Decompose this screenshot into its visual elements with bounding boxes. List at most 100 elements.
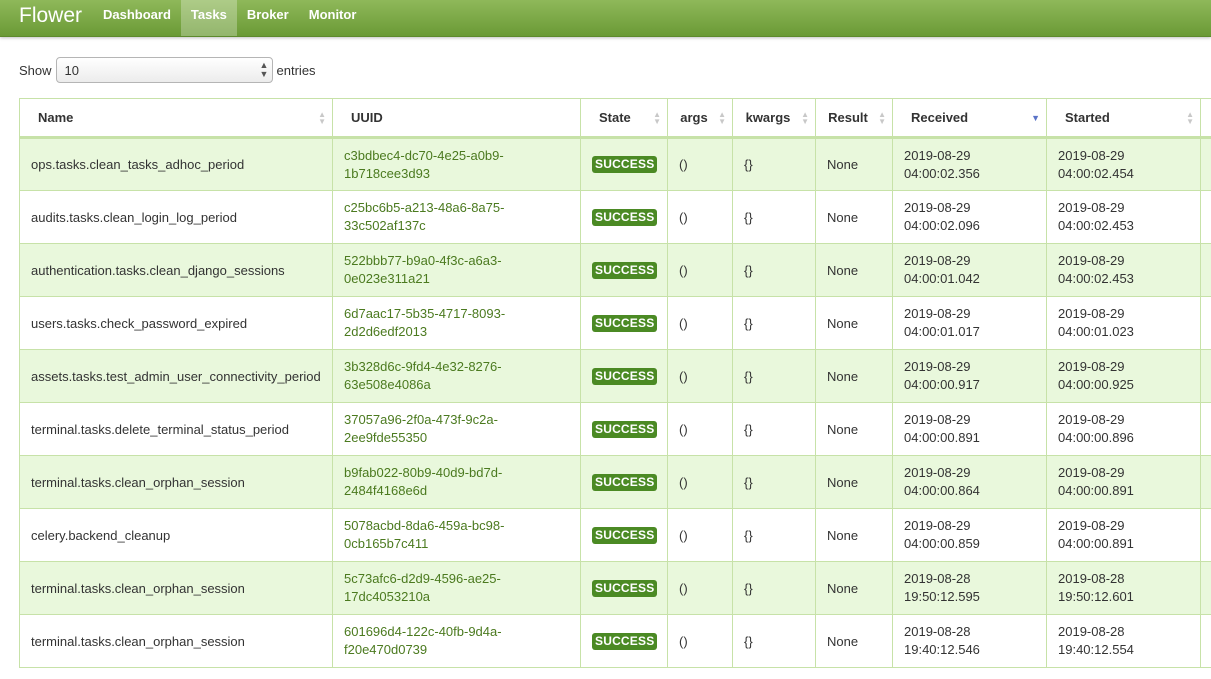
- status-badge: SUCCESS: [592, 526, 658, 544]
- task-received-cell: 2019-08-29 04:00:02.096: [892, 190, 1047, 244]
- task-started-cell: 2019-08-29 04:00:02.453: [1046, 243, 1201, 297]
- entries-select[interactable]: 10 ▲ ▼: [55, 57, 273, 83]
- column-header-name[interactable]: Name ▲ ▼: [19, 98, 333, 139]
- entries-select-value: 10: [64, 63, 79, 78]
- show-label: Show: [19, 62, 52, 78]
- task-uuid-link[interactable]: 3b328d6c-9fd4-4e32-8276- 63e508e4086a: [332, 349, 581, 403]
- task-name-cell: terminal.tasks.clean_orphan_session: [19, 614, 333, 668]
- nav-broker[interactable]: Broker: [237, 0, 299, 30]
- task-state-cell: SUCCESS: [580, 190, 668, 244]
- task-state-cell: SUCCESS: [580, 137, 668, 191]
- status-badge: SUCCESS: [592, 579, 658, 597]
- task-started-cell: 2019-08-29 04:00:00.925: [1046, 349, 1201, 403]
- sort-desc-icon: ▼: [1031, 113, 1040, 123]
- column-header-kwargs[interactable]: kwargs ▲ ▼: [732, 98, 816, 139]
- column-header-started[interactable]: Started ▲ ▼: [1046, 98, 1201, 139]
- task-uuid-link[interactable]: c25bc6b5-a213-48a6-8a75- 33c502af137c: [332, 190, 581, 244]
- table-row: ops.tasks.clean_tasks_adhoc_period c3bdbe…: [19, 137, 1211, 191]
- task-kwargs-cell: {}: [732, 190, 816, 244]
- task-started-cell: 2019-08-29 04:00:02.453: [1046, 190, 1201, 244]
- nav-dashboard[interactable]: Dashboard: [93, 0, 181, 30]
- column-header-args[interactable]: args ▲ ▼: [667, 98, 733, 139]
- sort-icon: ▲ ▼: [318, 110, 326, 126]
- task-uuid-link[interactable]: 37057a96-2f0a-473f-9c2a- 2ee9fde55350: [332, 402, 581, 456]
- task-uuid-link[interactable]: 5078acbd-8da6-459a-bc98- 0cb165b7c411: [332, 508, 581, 562]
- task-result-cell: None: [815, 455, 893, 509]
- table-row: assets.tasks.test_admin_user_connectivit…: [19, 349, 1211, 403]
- column-header-state[interactable]: State ▲ ▼: [580, 98, 668, 139]
- task-uuid-link[interactable]: 522bbb77-b9a0-4f3c-a6a3- 0e023e311a21: [332, 243, 581, 297]
- task-uuid-link[interactable]: c3bdbec4-dc70-4e25-a0b9- 1b718cee3d93: [332, 137, 581, 191]
- task-received-cell: 2019-08-29 04:00:00.859: [892, 508, 1047, 562]
- task-started-cell: 2019-08-28 19:40:12.554: [1046, 614, 1201, 668]
- task-started-cell: 2019-08-29 04:00:02.454: [1046, 137, 1201, 191]
- task-result-cell: None: [815, 614, 893, 668]
- column-header-uuid[interactable]: UUID: [332, 98, 581, 139]
- task-kwargs-cell: {}: [732, 137, 816, 191]
- task-received-cell: 2019-08-29 04:00:02.356: [892, 137, 1047, 191]
- task-result-cell: None: [815, 402, 893, 456]
- task-uuid-link[interactable]: b9fab022-80b9-40d9-bd7d- 2484f4168e6d: [332, 455, 581, 509]
- task-kwargs-cell: {}: [732, 296, 816, 350]
- tasks-table-wrapper: Name ▲ ▼ UUID State ▲ ▼ args ▲ ▼ kwargs ▲ ▼ Resu…: [19, 98, 1211, 668]
- entries-length-control: Show 10 ▲ ▼ entries: [19, 56, 316, 84]
- select-arrows-icon: ▲ ▼: [259, 60, 269, 79]
- task-extra-cell: [1200, 137, 1211, 191]
- status-badge: SUCCESS: [592, 208, 658, 226]
- task-state-cell: SUCCESS: [580, 561, 668, 615]
- main-nav: Dashboard Tasks Broker Monitor: [93, 0, 366, 36]
- task-received-cell: 2019-08-29 04:00:01.042: [892, 243, 1047, 297]
- sort-icon: ▲ ▼: [801, 110, 809, 126]
- task-args-cell: (): [667, 190, 733, 244]
- column-header-received[interactable]: Received ▼: [892, 98, 1047, 139]
- task-args-cell: (): [667, 455, 733, 509]
- task-name-cell: terminal.tasks.delete_terminal_status_pe…: [19, 402, 333, 456]
- task-received-cell: 2019-08-29 04:00:00.917: [892, 349, 1047, 403]
- task-uuid-link[interactable]: 6d7aac17-5b35-4717-8093- 2d2d6edf2013: [332, 296, 581, 350]
- task-uuid-link[interactable]: 5c73afc6-d2d9-4596-ae25- 17dc4053210a: [332, 561, 581, 615]
- task-result-cell: None: [815, 508, 893, 562]
- status-badge: SUCCESS: [592, 420, 658, 438]
- task-name-cell: assets.tasks.test_admin_user_connectivit…: [19, 349, 333, 403]
- status-badge: SUCCESS: [592, 367, 658, 385]
- brand-logo[interactable]: Flower: [19, 3, 82, 29]
- top-navbar: Flower Dashboard Tasks Broker Monitor: [0, 0, 1211, 37]
- task-received-cell: 2019-08-29 04:00:00.864: [892, 455, 1047, 509]
- column-header-result[interactable]: Result ▲ ▼: [815, 98, 893, 139]
- task-result-cell: None: [815, 561, 893, 615]
- nav-monitor[interactable]: Monitor: [299, 0, 367, 30]
- task-extra-cell: [1200, 455, 1211, 509]
- task-uuid-link[interactable]: 601696d4-122c-40fb-9d4a-f20e470d0739: [332, 614, 581, 668]
- task-result-cell: None: [815, 190, 893, 244]
- task-name-cell: celery.backend_cleanup: [19, 508, 333, 562]
- entries-label: entries: [276, 62, 316, 78]
- task-args-cell: (): [667, 561, 733, 615]
- task-result-cell: None: [815, 243, 893, 297]
- task-extra-cell: [1200, 349, 1211, 403]
- status-badge: SUCCESS: [592, 314, 658, 332]
- task-extra-cell: [1200, 190, 1211, 244]
- nav-tasks[interactable]: Tasks: [180, 0, 237, 36]
- task-state-cell: SUCCESS: [580, 614, 668, 668]
- task-name-cell: ops.tasks.clean_tasks_adhoc_period: [19, 137, 333, 191]
- task-started-cell: 2019-08-29 04:00:01.023: [1046, 296, 1201, 350]
- task-state-cell: SUCCESS: [580, 349, 668, 403]
- task-started-cell: 2019-08-28 19:50:12.601: [1046, 561, 1201, 615]
- task-kwargs-cell: {}: [732, 243, 816, 297]
- task-extra-cell: [1200, 402, 1211, 456]
- task-kwargs-cell: {}: [732, 614, 816, 668]
- task-extra-cell: [1200, 296, 1211, 350]
- task-result-cell: None: [815, 296, 893, 350]
- task-state-cell: SUCCESS: [580, 455, 668, 509]
- task-args-cell: (): [667, 243, 733, 297]
- task-result-cell: None: [815, 137, 893, 191]
- task-state-cell: SUCCESS: [580, 296, 668, 350]
- sort-icon: ▲ ▼: [878, 110, 886, 126]
- task-args-cell: (): [667, 296, 733, 350]
- table-row: authentication.tasks.clean_django_sessio…: [19, 243, 1211, 297]
- table-row: terminal.tasks.clean_orphan_session 5c73a…: [19, 561, 1211, 615]
- task-name-cell: terminal.tasks.clean_orphan_session: [19, 455, 333, 509]
- task-started-cell: 2019-08-29 04:00:00.896: [1046, 402, 1201, 456]
- column-header-extra[interactable]: [1200, 98, 1211, 139]
- task-started-cell: 2019-08-29 04:00:00.891: [1046, 455, 1201, 509]
